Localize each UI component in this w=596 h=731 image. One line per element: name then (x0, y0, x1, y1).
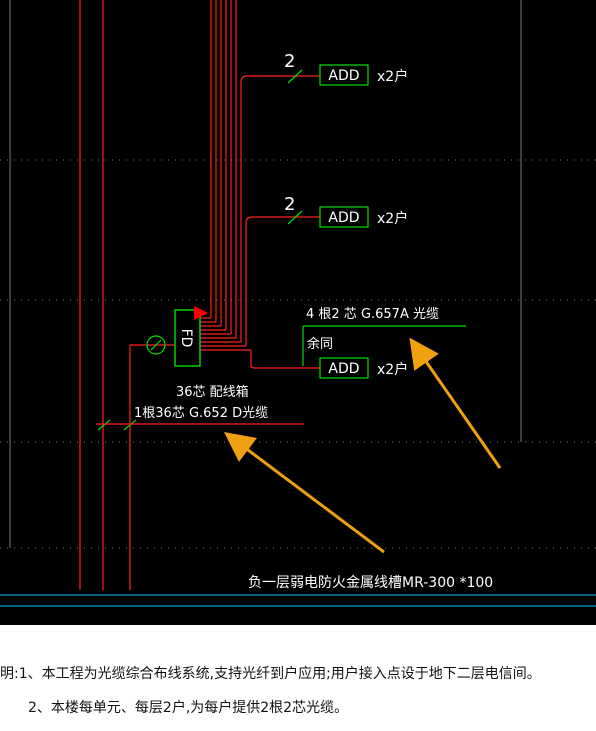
branch-top-count: 2 (284, 51, 295, 72)
add-box-top-label: ADD (328, 68, 359, 84)
note-line-2: 2、本楼每单元、每层2户,为每户提供2根2芯光缆。 (28, 700, 349, 716)
spare-label: 余同 (307, 336, 333, 352)
design-notes: 明:1、本工程为光缆综合布线系统,支持光纤到户应用;用户接入点设于地下二层电信间… (0, 625, 596, 731)
riser-lines (79, 0, 175, 590)
add-box-low-label: ADD (328, 361, 359, 377)
riser-cable-label: 1根36芯 G.652 D光缆 (134, 405, 268, 421)
add-mid-suffix: x2户 (377, 210, 408, 227)
fd-caption: 36芯 配线箱 (176, 384, 249, 400)
add-box-mid-label: ADD (328, 210, 359, 226)
cable-tray-lines (0, 594, 596, 607)
arrow-to-cable-spec (409, 337, 502, 469)
slash-marks (97, 69, 303, 431)
branch-mid-count: 2 (284, 194, 295, 215)
add-box-mid: ADD (319, 206, 369, 228)
grid-lines (0, 159, 596, 549)
add-box-low: ADD (319, 357, 369, 379)
note-line-1: 明:1、本工程为光缆综合布线系统,支持光纤到户应用;用户接入点设于地下二层电信间… (0, 666, 541, 682)
add-low-suffix: x2户 (377, 361, 408, 378)
add-top-suffix: x2户 (377, 68, 408, 85)
tray-label: 负一层弱电防火金属线槽MR-300 *100 (248, 575, 493, 591)
add-box-top: ADD (319, 64, 369, 86)
cable-spec-label: 4 根2 芯 G.657A 光缆 (306, 306, 439, 322)
fd-feeder-lines (200, 0, 320, 369)
arrow-to-riser-cable (224, 432, 385, 554)
fd-box-label: FD (178, 329, 194, 348)
cabling-diagram: 2 2 ADD x2户 ADD x2户 ADD x2户 4 根2 芯 G.657… (0, 0, 596, 607)
